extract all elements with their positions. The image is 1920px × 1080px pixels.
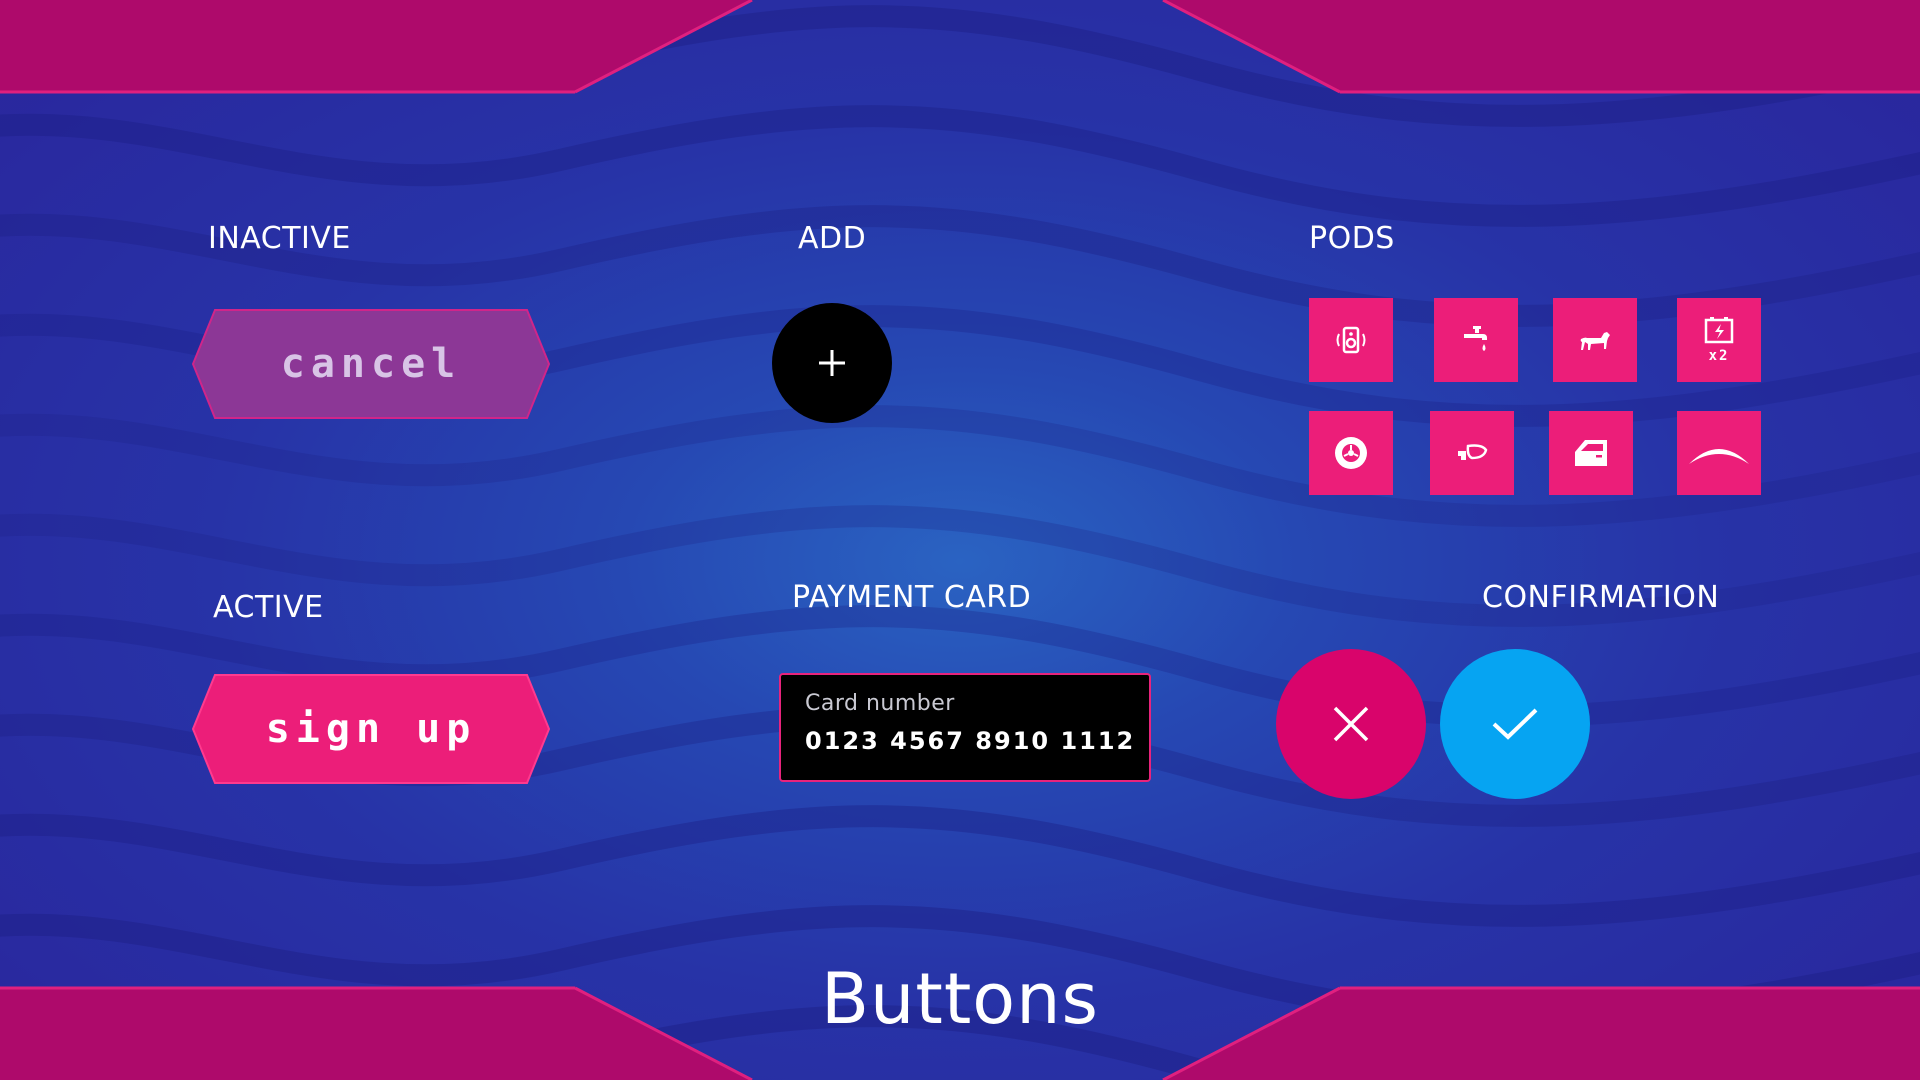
pod-dog[interactable]	[1553, 298, 1637, 382]
side-mirror-icon	[1458, 444, 1488, 460]
car-door-icon	[1575, 440, 1607, 466]
pod-mirror[interactable]	[1430, 411, 1514, 495]
active-section-label: ACTIVE	[213, 590, 324, 625]
pod-wiper[interactable]	[1677, 411, 1761, 495]
close-icon	[1333, 706, 1369, 742]
add-button[interactable]	[772, 303, 892, 423]
wave-background	[0, 5, 1920, 1080]
checkmark-icon	[1492, 708, 1538, 740]
payment-card-section-label: PAYMENT CARD	[792, 580, 1032, 615]
cancel-button-label: CANCEL	[280, 341, 462, 387]
pod-wheel[interactable]	[1309, 411, 1393, 495]
speaker-icon	[1336, 326, 1366, 354]
top-banner	[0, 0, 1920, 94]
pod-battery[interactable]: x2	[1677, 298, 1761, 382]
pod-speaker[interactable]	[1309, 298, 1393, 382]
card-number-field[interactable]: Card number 0123 4567 8910 1112	[779, 673, 1151, 782]
accept-button[interactable]	[1440, 649, 1590, 799]
wiper-arc-icon	[1689, 449, 1749, 464]
cancel-button[interactable]: CANCEL	[191, 308, 551, 420]
confirmation-section-label: CONFIRMATION	[1482, 580, 1720, 615]
add-section-label: ADD	[798, 221, 867, 256]
battery-charge-icon	[1704, 317, 1734, 344]
card-number-placeholder: Card number	[805, 691, 955, 716]
page-title: Buttons	[821, 958, 1099, 1040]
faucet-icon	[1464, 326, 1487, 351]
plus-icon	[819, 350, 845, 376]
signup-button[interactable]: SIGN UP	[191, 673, 551, 785]
signup-button-label: SIGN UP	[265, 706, 477, 752]
wheel-icon	[1335, 437, 1367, 469]
card-number-value: 0123 4567 8910 1112	[805, 727, 1136, 755]
reject-button[interactable]	[1276, 649, 1426, 799]
battery-badge: x2	[1708, 348, 1730, 364]
pod-faucet[interactable]	[1434, 298, 1518, 382]
dog-icon	[1580, 332, 1610, 350]
pods-section-label: PODS	[1309, 221, 1395, 256]
inactive-section-label: INACTIVE	[208, 221, 351, 256]
pod-door[interactable]	[1549, 411, 1633, 495]
